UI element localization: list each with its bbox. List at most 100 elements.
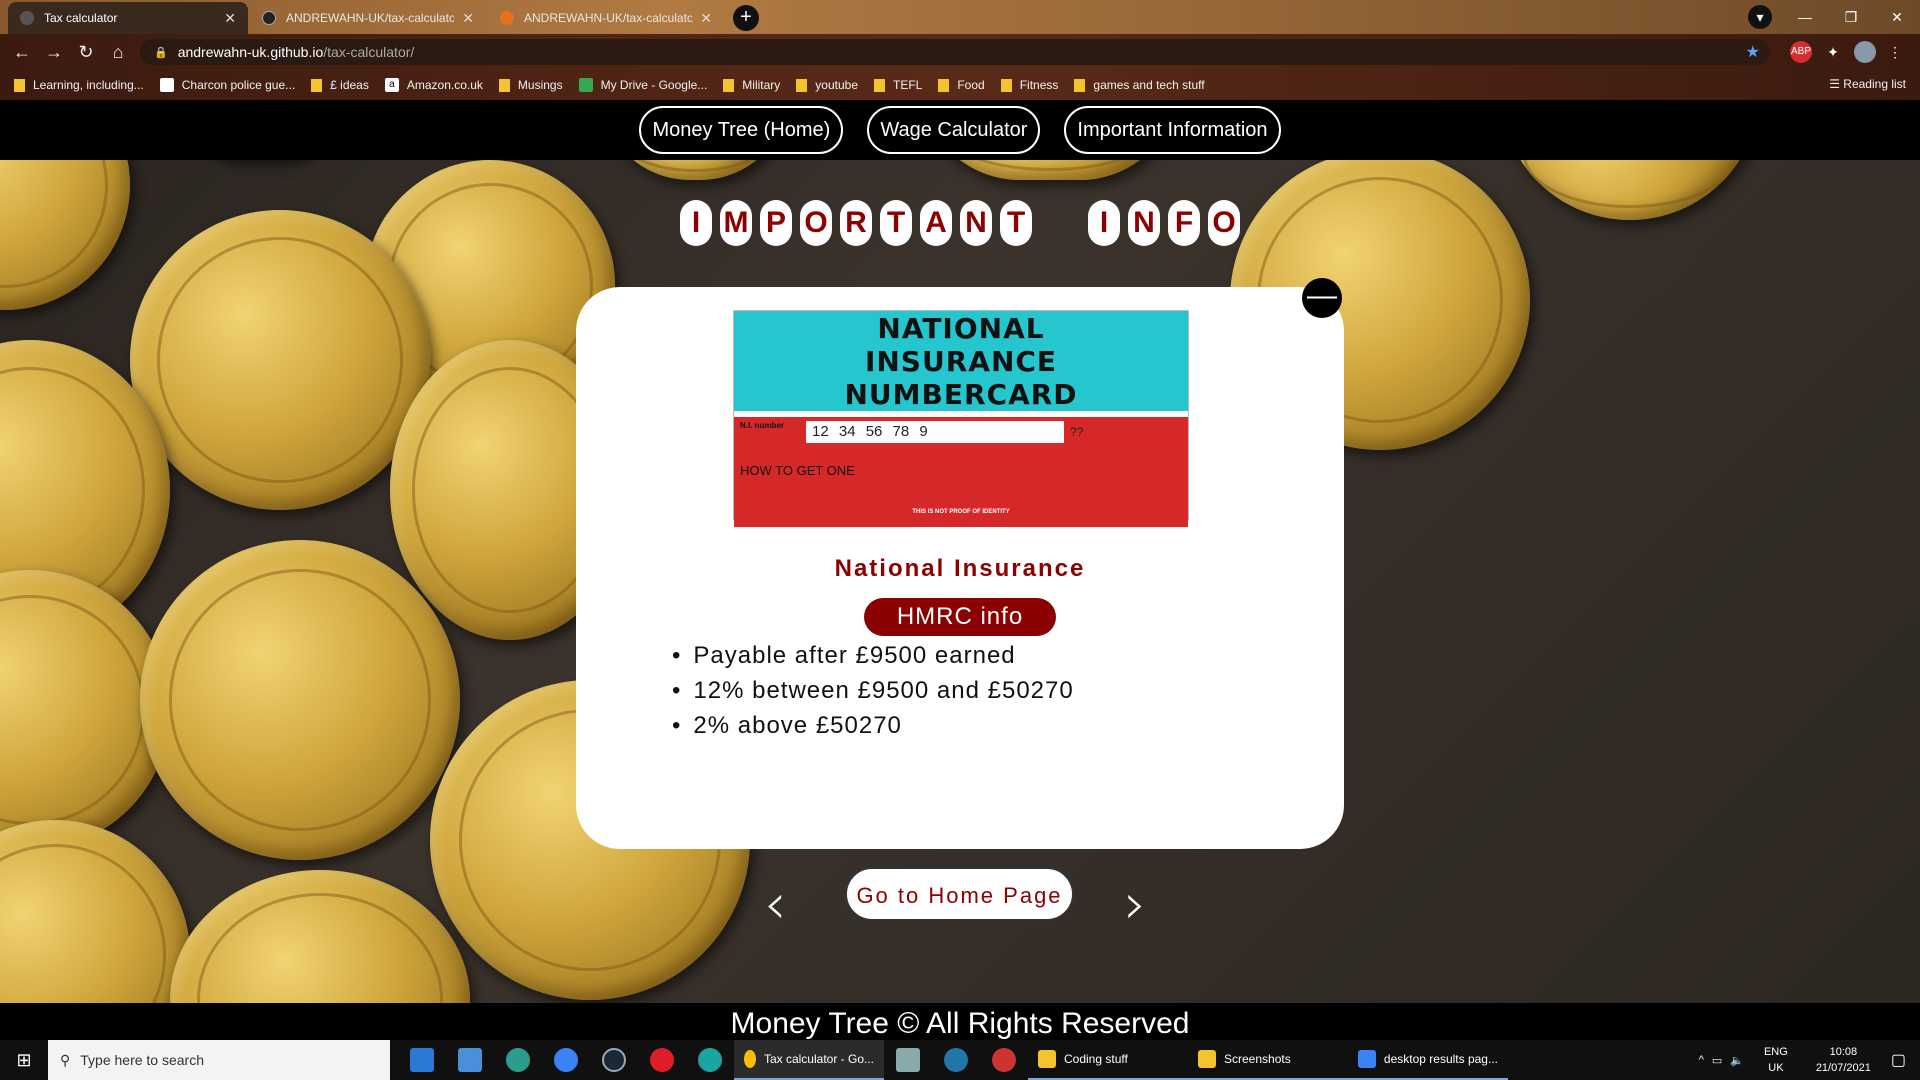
windows-start-icon[interactable]: ⊞ (0, 1040, 48, 1080)
taskbar-window-label: Tax calculator - Go... (763, 1052, 874, 1066)
hmrc-info-button[interactable]: HMRC info (864, 598, 1056, 636)
menu-kebab-icon[interactable]: ⋮ (1884, 41, 1906, 63)
edge-icon[interactable] (686, 1040, 734, 1080)
notifications-icon[interactable]: ▢ (1891, 1050, 1906, 1070)
reload-icon[interactable]: ↻ (70, 42, 102, 63)
forward-icon[interactable]: → (38, 42, 70, 63)
clock-date: 21/07/2021 (1815, 1062, 1871, 1074)
prev-arrow-icon[interactable]: ‹ (764, 872, 786, 937)
tab-search-icon[interactable]: ▾ (1748, 5, 1772, 29)
bookmark-item[interactable]: youtube (796, 78, 858, 92)
adblock-icon[interactable]: ABP (1790, 41, 1812, 63)
list-item: 2% above £50270 (693, 708, 1074, 743)
nav-home-button[interactable]: Money Tree (Home) (639, 106, 844, 154)
next-arrow-icon[interactable]: › (1124, 872, 1146, 937)
google-drive-icon (578, 78, 593, 92)
browser-tab-strip: Tax calculator ✕ ANDREWAHN-UK/tax-calcul… (0, 0, 1920, 34)
tab-github-repo[interactable]: ANDREWAHN-UK/tax-calculator ✕ (250, 2, 486, 34)
title-letter: I (680, 200, 712, 246)
close-icon[interactable]: ✕ (462, 10, 474, 27)
pinned-app-icon[interactable] (932, 1040, 980, 1080)
bookmark-item[interactable]: games and tech stuff (1074, 78, 1205, 92)
folder-icon (1000, 78, 1012, 92)
tab-tax-calculator[interactable]: Tax calculator ✕ (8, 2, 248, 34)
section-title: National Insurance (834, 555, 1086, 582)
language-code: ENG (1763, 1046, 1788, 1058)
chrome-icon (744, 1050, 756, 1068)
bookmark-item[interactable]: Learning, including... (14, 78, 144, 92)
windows-taskbar: ⊞ ⚲ Type here to search Tax calculator -… (0, 1040, 1920, 1080)
mail-app-icon[interactable] (398, 1040, 446, 1080)
lock-icon[interactable]: 🔒 (154, 46, 168, 59)
language-indicator[interactable]: ENG UK (1764, 1044, 1788, 1076)
page-title: I M P O R T A N T I N F O (0, 200, 1920, 246)
reading-list-button[interactable]: ☰ Reading list (1829, 77, 1906, 91)
opera-icon[interactable] (638, 1040, 686, 1080)
network-icon[interactable]: ▭ (1712, 1054, 1722, 1067)
bookmark-item[interactable]: TEFL (874, 78, 922, 92)
tab-github-repo-2[interactable]: ANDREWAHN-UK/tax-calculator ✕ (488, 2, 724, 34)
nav-wage-calculator-button[interactable]: Wage Calculator (867, 106, 1041, 154)
taskbar-search-box[interactable]: ⚲ Type here to search (48, 1040, 390, 1080)
pinned-app-icon[interactable] (446, 1040, 494, 1080)
bookmark-item[interactable]: a Amazon.co.uk (384, 78, 483, 92)
title-letter: O (1208, 200, 1240, 246)
close-icon[interactable]: ✕ (700, 10, 712, 27)
bookmark-item[interactable]: £ ideas (311, 78, 369, 92)
restore-icon[interactable]: ❐ (1828, 9, 1874, 26)
reading-list-icon: ☰ (1829, 77, 1844, 91)
bookmark-item[interactable]: Charcon police gue... (159, 78, 296, 92)
ni-card-body: N.I. number 12 34 56 78 9 ?? HOW TO GET … (734, 417, 1188, 527)
git-icon (500, 11, 514, 25)
folder-icon (723, 78, 735, 92)
ni-disclaimer-text: THIS IS NOT PROOF OF IDENTITY (912, 509, 1010, 515)
ni-rates-list: Payable after £9500 earned 12% between £… (693, 638, 1074, 743)
taskbar-window-photos[interactable]: desktop results pag... (1348, 1040, 1508, 1080)
web-page: Money Tree (Home) Wage Calculator Import… (0, 100, 1920, 1040)
search-placeholder: Type here to search (80, 1052, 205, 1068)
taskbar-window-label: Screenshots (1224, 1052, 1291, 1066)
bookmark-item[interactable]: My Drive - Google... (578, 78, 707, 92)
home-icon[interactable]: ⌂ (102, 42, 134, 63)
taskbar-window-coding-stuff[interactable]: Coding stuff (1028, 1040, 1188, 1080)
nav-important-information-button[interactable]: Important Information (1064, 106, 1281, 154)
close-window-icon[interactable]: ✕ (1874, 9, 1920, 26)
title-space (1040, 200, 1080, 246)
close-icon[interactable]: ✕ (224, 10, 236, 27)
title-letter: R (840, 200, 872, 246)
extensions-icon[interactable]: ✦ (1822, 41, 1844, 63)
folder-icon (498, 78, 510, 92)
go-home-button[interactable]: Go to Home Page (845, 867, 1074, 921)
new-tab-button[interactable]: + (733, 5, 759, 31)
minimize-icon[interactable]: — (1782, 9, 1828, 25)
bookmark-item[interactable]: Fitness (1000, 78, 1058, 92)
pinned-app-icon[interactable] (884, 1040, 932, 1080)
bookmark-item[interactable]: Military (723, 78, 780, 92)
collapse-button[interactable]: — (1302, 278, 1342, 318)
tray-chevron-icon[interactable]: ^ (1699, 1054, 1704, 1066)
bookmark-star-icon[interactable]: ★ (1746, 42, 1760, 62)
bookmark-item[interactable]: Food (938, 78, 985, 92)
taskbar-window-label: Coding stuff (1064, 1052, 1128, 1066)
bookmark-label: Charcon police gue... (181, 78, 296, 92)
title-letter: I (1088, 200, 1120, 246)
photos-icon (1358, 1050, 1376, 1068)
pinned-app-icon[interactable] (542, 1040, 590, 1080)
folder-icon (938, 78, 950, 92)
address-bar[interactable]: 🔒 andrewahn-uk.github.io /tax-calculator… (140, 39, 1770, 65)
taskbar-window-chrome[interactable]: Tax calculator - Go... (734, 1040, 884, 1080)
national-insurance-card-image: NATIONAL INSURANCE NUMBERCARD N.I. numbe… (733, 310, 1189, 527)
volume-icon[interactable]: 🔈 (1730, 1054, 1744, 1067)
title-letter: T (1000, 200, 1032, 246)
list-item: Payable after £9500 earned (693, 638, 1074, 673)
title-letter: P (760, 200, 792, 246)
profile-avatar-icon[interactable] (1854, 41, 1876, 63)
clock[interactable]: 10:08 21/07/2021 (1816, 1044, 1871, 1076)
title-letter: F (1168, 200, 1200, 246)
pinned-app-icon[interactable] (980, 1040, 1028, 1080)
taskbar-window-screenshots[interactable]: Screenshots (1188, 1040, 1348, 1080)
bookmark-item[interactable]: Musings (498, 78, 563, 92)
pinned-app-icon[interactable] (494, 1040, 542, 1080)
back-icon[interactable]: ← (6, 42, 38, 63)
steam-icon[interactable] (590, 1040, 638, 1080)
